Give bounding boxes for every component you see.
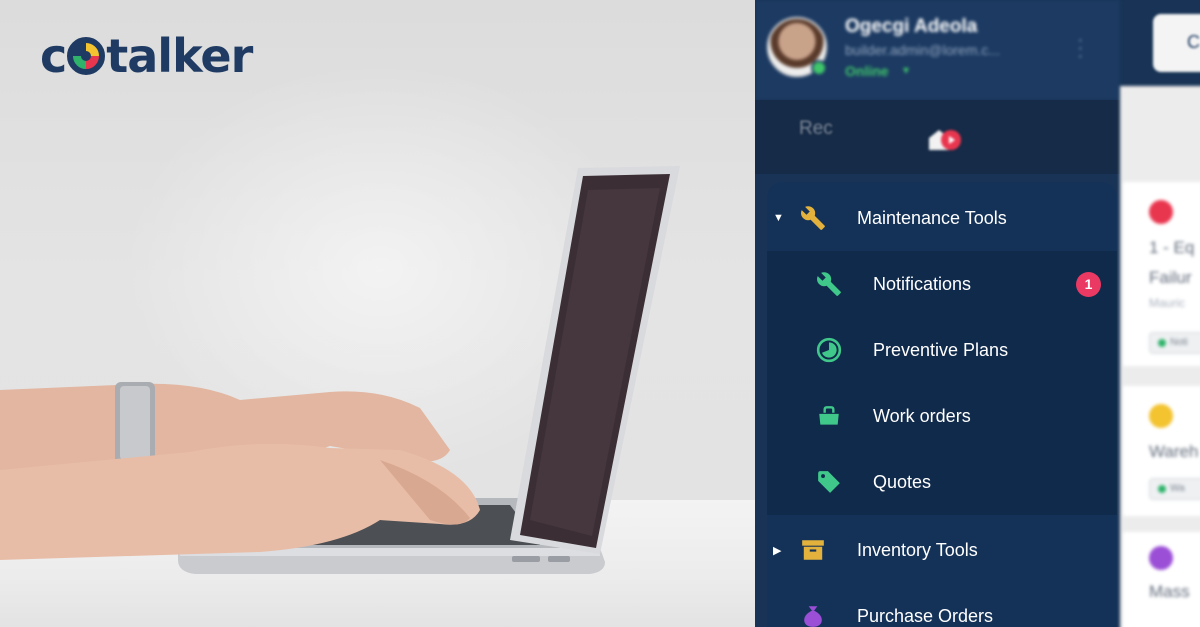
money-bag-icon [799, 602, 827, 627]
user-status[interactable]: Online [845, 63, 889, 79]
top-action-button[interactable]: C [1153, 14, 1200, 72]
archive-box-icon [799, 536, 827, 564]
sidebar-menu: ▼ Maintenance Tools Notifications 1 Prev… [767, 182, 1117, 627]
record-tag-label: Wa [1170, 483, 1185, 494]
record-card[interactable]: Wareh Wa [1123, 386, 1200, 516]
record-tag-chip: Noti [1149, 332, 1200, 354]
records-panel-title: Rec [799, 118, 833, 139]
logo-letter: c [40, 29, 67, 83]
record-subtitle: Mauric [1149, 296, 1186, 310]
online-status-dot [811, 60, 827, 76]
kebab-menu-icon[interactable]: · · · [1077, 30, 1084, 66]
menu-item-purchase-orders[interactable]: Purchase Orders [767, 583, 1117, 627]
user-email: builder.admin@lorem.c... [845, 42, 1001, 58]
toolbox-icon [815, 402, 843, 430]
record-card[interactable]: Mass [1123, 532, 1200, 627]
sidebar-item-label: Notifications [873, 273, 972, 294]
record-card[interactable]: 1 - Eq Failur Mauric Noti [1123, 182, 1200, 366]
logo-wordmark: talker [106, 29, 253, 83]
user-name: Ogecgi Adeola [845, 16, 978, 37]
wrench-icon [799, 204, 827, 232]
sidebar-item-label: Quotes [873, 471, 932, 492]
record-title: Mass [1149, 582, 1190, 601]
sidebar-item-quotes[interactable]: Quotes [767, 449, 1117, 515]
menu-label-inventory-tools: Inventory Tools [857, 539, 978, 560]
sidebar-item-preventive-plans[interactable]: Preventive Plans [767, 317, 1117, 383]
menu-label-maintenance-tools: Maintenance Tools [857, 207, 1007, 228]
record-tag-chip: Wa [1149, 478, 1200, 500]
menu-group-inventory-tools[interactable]: ▶ Inventory Tools [767, 517, 1117, 583]
sidebar-item-notifications[interactable]: Notifications 1 [767, 251, 1117, 317]
chevron-down-icon[interactable]: ▾ [903, 63, 909, 77]
sidebar-item-work-orders[interactable]: Work orders [767, 383, 1117, 449]
record-status-dot [1149, 404, 1173, 428]
tag-icon [815, 468, 843, 496]
records-panel: 1 - Eq Failur Mauric Noti Wareh Wa Mass [1120, 86, 1200, 627]
top-action-label: C [1187, 32, 1200, 52]
cotalker-logo: c talker [40, 28, 253, 84]
sidebar-item-label: Preventive Plans [873, 339, 1009, 360]
sidebar-item-label: Work orders [873, 405, 971, 426]
record-title: Wareh [1149, 442, 1199, 461]
record-title-line2: Failur [1149, 268, 1192, 287]
notification-count-badge: 1 [1076, 271, 1101, 297]
logo-mark-icon [67, 37, 106, 75]
company-logo-icon [929, 130, 961, 150]
caret-down-icon[interactable]: ▼ [773, 212, 784, 224]
record-title: 1 - Eq [1149, 238, 1195, 257]
caret-right-icon[interactable]: ▶ [773, 544, 781, 557]
menu-label-purchase-orders: Purchase Orders [857, 605, 994, 626]
laptop-and-hands-illustration [0, 166, 680, 574]
timer-icon [815, 336, 843, 364]
user-header: Ogecgi Adeola builder.admin@lorem.c... O… [755, 0, 1120, 100]
record-tag-label: Noti [1170, 337, 1188, 348]
wrench-icon [815, 270, 843, 298]
laptop-photo: c talker [0, 0, 755, 627]
record-status-dot [1149, 200, 1173, 224]
menu-group-maintenance-tools[interactable]: ▼ Maintenance Tools [767, 185, 1117, 251]
record-status-dot [1149, 546, 1173, 570]
app-panel: Ogecgi Adeola builder.admin@lorem.c... O… [755, 0, 1200, 627]
